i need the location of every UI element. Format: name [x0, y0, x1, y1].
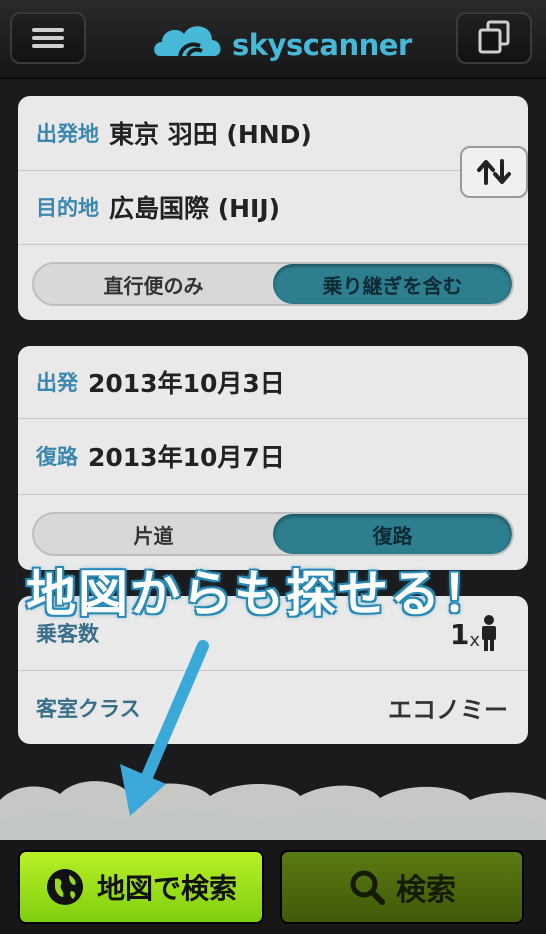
- search-icon: [350, 870, 385, 905]
- trip-type-toggle: 片道 復路: [32, 512, 514, 556]
- logo-text: skyscanner: [232, 28, 412, 62]
- direct-only-option[interactable]: 直行便のみ: [34, 264, 273, 304]
- swap-arrows-icon: [477, 159, 511, 185]
- divider: [18, 244, 528, 245]
- cabin-class-value: エコノミー: [388, 696, 508, 724]
- divider: [18, 494, 528, 495]
- globe-icon: [46, 869, 83, 905]
- depart-value: 2013年10月3日: [88, 369, 285, 398]
- swap-button[interactable]: [460, 146, 528, 198]
- destination-label: 目的地: [36, 196, 99, 220]
- return-date-field[interactable]: 復路 2013年10月7日: [18, 419, 528, 493]
- copy-button[interactable]: [456, 12, 532, 64]
- passenger-multiplier: x: [469, 630, 480, 651]
- depart-date-field[interactable]: 出発 2013年10月3日: [18, 346, 528, 418]
- arrow-down-left-icon: [120, 640, 209, 816]
- hamburger-menu-icon: [32, 28, 64, 48]
- promo-banner: 地図からも探せる！: [26, 565, 494, 623]
- destination-value: 広島国際 (HIJ): [109, 194, 281, 223]
- include-transfers-option[interactable]: 乗り継ぎを含む: [273, 264, 512, 304]
- map-search-button[interactable]: 地図で検索: [18, 850, 264, 924]
- return-value: 2013年10月7日: [88, 443, 285, 472]
- menu-button[interactable]: [10, 12, 86, 64]
- search-label: 検索: [396, 873, 456, 908]
- destination-field[interactable]: 目的地 広島国際 (HIJ): [18, 171, 528, 243]
- copy-icon: [478, 20, 510, 54]
- origin-label: 出発地: [36, 122, 99, 146]
- stops-toggle: 直行便のみ 乗り継ぎを含む: [32, 262, 514, 306]
- depart-label: 出発: [36, 371, 78, 395]
- map-search-label: 地図で検索: [96, 872, 237, 905]
- origin-value: 東京 羽田 (HND): [109, 120, 312, 149]
- bottom-bar: 地図で検索 検索: [0, 840, 546, 934]
- cabin-class-field[interactable]: 客室クラス エコノミー: [18, 671, 528, 744]
- clouds-decoration: [0, 781, 546, 840]
- return-label: 復路: [36, 445, 78, 469]
- top-bar: skyscanner: [0, 0, 546, 79]
- search-button[interactable]: 検索: [280, 850, 524, 924]
- cloud-logo-icon: [154, 26, 221, 57]
- route-card: 出発地 東京 羽田 (HND) 目的地 広島国際 (HIJ) 直行便のみ 乗り継…: [18, 96, 528, 320]
- skyscanner-logo: skyscanner: [152, 12, 412, 66]
- dates-card: 出発 2013年10月3日 復路 2013年10月7日 片道 復路: [18, 346, 528, 570]
- origin-field[interactable]: 出発地 東京 羽田 (HND): [18, 96, 528, 170]
- one-way-option[interactable]: 片道: [34, 514, 273, 554]
- round-trip-option[interactable]: 復路: [273, 514, 512, 554]
